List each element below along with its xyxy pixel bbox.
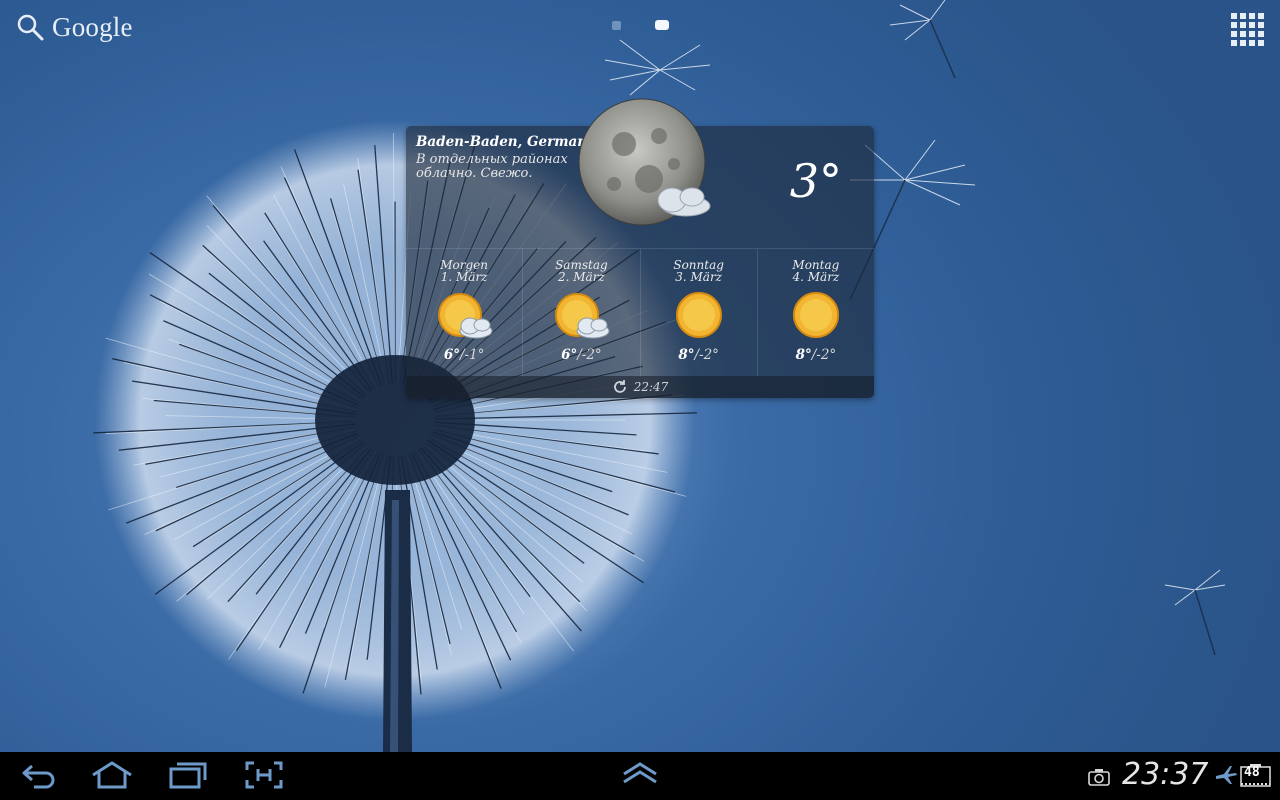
forecast-high: 6°	[443, 347, 460, 363]
forecast-date: 2. März	[557, 270, 605, 284]
forecast-temps: 8°/-2°	[758, 347, 874, 363]
page-dot-1[interactable]	[612, 20, 621, 30]
page-dot-2-active[interactable]	[655, 20, 669, 30]
sun-icon	[792, 292, 839, 338]
screenshot-notification-icon[interactable]	[1088, 768, 1110, 786]
sun-with-cloud-icon	[438, 293, 493, 339]
home-page-indicator	[612, 20, 669, 30]
weather-location: Baden-Baden, Germany	[416, 134, 595, 150]
forecast-temps: 6°/-1°	[406, 347, 522, 363]
forecast-low: /-2°	[811, 347, 837, 363]
moon-with-cloud-icon	[578, 98, 711, 226]
weather-forecast: Morgen 1. März 6°/-1° Samstag 2. März 6°…	[406, 248, 874, 377]
forecast-date: 1. März	[440, 270, 488, 284]
weather-updated-time: 22:47	[633, 380, 669, 394]
system-bar: 23:37 48	[0, 752, 1280, 800]
sun-with-cloud-icon	[555, 293, 610, 339]
forecast-day-4: Montag 4. März 8°/-2°	[758, 249, 874, 377]
all-apps-button[interactable]	[1230, 12, 1266, 48]
screen-capture-icon[interactable]	[244, 760, 284, 790]
weather-description: В отдельных районах облачно. Свежо.	[416, 152, 568, 181]
google-search-bar[interactable]: Google	[16, 10, 133, 44]
sun-icon	[675, 292, 722, 338]
forecast-high: 6°	[561, 347, 578, 363]
forecast-temps: 6°/-2°	[523, 347, 639, 363]
forecast-temps: 8°/-2°	[641, 347, 757, 363]
forecast-date: 4. März	[792, 270, 840, 284]
forecast-high: 8°	[795, 347, 812, 363]
apps-grid-icon	[1231, 13, 1264, 46]
chevron-up-icon[interactable]	[620, 758, 660, 788]
forecast-date: 3. März	[675, 270, 722, 284]
forecast-day-1: Morgen 1. März 6°/-1°	[406, 249, 524, 377]
weather-widget[interactable]: Baden-Baden, Germany В отдельных районах…	[406, 98, 874, 398]
back-icon[interactable]	[20, 760, 58, 790]
recent-apps-icon[interactable]	[168, 760, 208, 790]
home-icon[interactable]	[90, 760, 134, 790]
forecast-low: /-2°	[577, 347, 602, 363]
refresh-icon[interactable]	[612, 379, 628, 395]
forecast-low: /-1°	[459, 347, 485, 363]
forecast-day-2: Samstag 2. März 6°/-2°	[523, 249, 641, 377]
airplane-mode-icon	[1216, 766, 1237, 784]
forecast-low: /-2°	[694, 347, 719, 363]
search-icon	[17, 14, 44, 41]
weather-footer: 22:47	[406, 376, 874, 398]
status-clock[interactable]: 23:37	[1122, 757, 1208, 792]
forecast-high: 8°	[678, 347, 695, 363]
google-search-label: Google	[52, 11, 133, 42]
battery-level: 48	[1244, 765, 1260, 780]
current-temperature: 3°	[789, 154, 842, 208]
forecast-day-3: Sonntag 3. März 8°/-2°	[641, 249, 758, 377]
